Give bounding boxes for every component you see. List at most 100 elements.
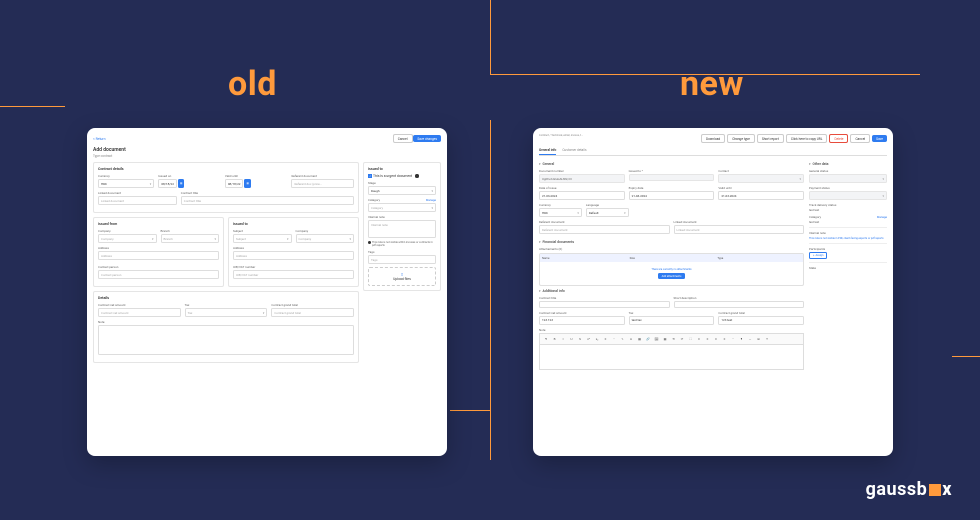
delete-button[interactable]: Delete <box>829 134 848 143</box>
section-additional[interactable]: Additional info <box>539 289 804 293</box>
net-amount-input[interactable]: Contract net amount <box>98 308 181 317</box>
payment-status-select[interactable] <box>809 191 887 200</box>
issued-to-input[interactable] <box>629 174 715 181</box>
toolbar-btn[interactable]: ⟲ <box>670 336 678 342</box>
tax-select[interactable]: Tax <box>185 308 268 317</box>
contract-title-input[interactable]: Contract title <box>181 196 354 205</box>
language-select[interactable]: Default <box>586 208 629 217</box>
subject-select[interactable]: Subject <box>233 234 292 243</box>
sort-type[interactable]: Type <box>715 254 803 262</box>
toolbar-btn[interactable]: I <box>559 336 567 342</box>
toolbar-btn[interactable]: " <box>729 336 737 342</box>
toolbar-btn[interactable]: B <box>551 336 559 342</box>
urgent-checkbox[interactable] <box>368 174 372 178</box>
address-input[interactable]: Address <box>233 251 354 260</box>
section-other[interactable]: Other data <box>809 162 887 166</box>
valid-until-input[interactable]: 21-03-2024 <box>718 191 804 200</box>
linked-doc-input[interactable]: Linked document <box>98 196 177 205</box>
issued-on-input[interactable]: 08/18/22 <box>158 179 177 188</box>
valid-until-input[interactable]: 08/18/22 <box>225 179 244 188</box>
calendar-icon[interactable]: ▦ <box>178 179 185 188</box>
cancel-button[interactable]: Cancel <box>850 134 870 143</box>
note-textarea[interactable] <box>98 325 354 355</box>
toolbar-btn[interactable]: — <box>746 336 754 342</box>
toolbar-btn[interactable]: 🖼 <box>653 336 661 342</box>
toolbar-btn[interactable]: ▦ <box>636 336 644 342</box>
internal-note-textarea[interactable]: Internal note <box>368 220 436 238</box>
currency-select[interactable]: HRK <box>539 208 582 217</box>
company-select[interactable]: Company <box>98 234 157 243</box>
toolbar-btn[interactable]: ⊞ <box>755 336 763 342</box>
assign-button[interactable]: +Assign <box>809 252 827 259</box>
details-section: Details Contract net amountContract net … <box>93 291 359 363</box>
sort-name[interactable]: Name <box>540 254 628 262</box>
tab-customer[interactable]: Customer details <box>562 146 586 155</box>
download-button[interactable]: Download <box>701 134 725 143</box>
general-status-select[interactable] <box>809 174 887 183</box>
note-editor[interactable] <box>539 344 804 370</box>
attachments-table: Name Size Type There are currently no at… <box>539 253 804 286</box>
address-input[interactable]: Address <box>98 251 219 260</box>
currency-select[interactable]: HRK <box>98 179 154 188</box>
referent-input[interactable]: Referent doc (price... <box>291 179 354 188</box>
toolbar-btn[interactable]: x² <box>585 336 593 342</box>
change-type-button[interactable]: Change type <box>727 134 755 143</box>
contract-title-input[interactable] <box>539 301 670 308</box>
toolbar-btn[interactable]: 🔗 <box>644 336 652 342</box>
toolbar-btn[interactable]: ⟳ <box>678 336 686 342</box>
manage-link[interactable]: Manage <box>877 215 887 219</box>
contact-person-input[interactable]: Contact person <box>98 270 219 279</box>
oib-input[interactable]: OIB/VAT number <box>233 270 354 279</box>
tax-input[interactable]: test tax <box>629 316 715 325</box>
copy-url-button[interactable]: Click here to copy URL <box>786 134 828 143</box>
section-general[interactable]: General <box>539 162 804 166</box>
referent-input[interactable]: Referent document <box>539 225 670 234</box>
tags-input[interactable]: Tags <box>368 255 436 264</box>
toolbar-btn[interactable]: ≡ <box>721 336 729 342</box>
doc-number-input[interactable]: UgPruzUsluGAUSS/23 <box>539 174 625 183</box>
toolbar-btn[interactable]: ⛶ <box>687 336 695 342</box>
toolbar-btn[interactable]: S <box>576 336 584 342</box>
branch-select[interactable]: Branch <box>161 234 220 243</box>
expiry-input[interactable]: 21-03-2024 <box>629 191 715 200</box>
toolbar-btn[interactable]: ¶ <box>542 336 550 342</box>
short-desc-input[interactable] <box>674 301 805 308</box>
upload-area[interactable]: ⇧Upload files <box>368 267 436 286</box>
grand-input[interactable]: 123 test <box>718 316 804 325</box>
breadcrumb[interactable]: Contract / Technical, email, invoice, t.… <box>539 134 583 137</box>
toolbar-btn[interactable]: 1. <box>619 336 627 342</box>
contact-select[interactable] <box>718 174 804 183</box>
short-report-button[interactable]: Short report <box>757 134 784 143</box>
decoration <box>490 120 491 460</box>
toolbar-btn[interactable]: ▦ <box>661 336 669 342</box>
category-select[interactable]: Category <box>368 203 436 212</box>
save-button[interactable]: Save changes <box>413 135 441 142</box>
toolbar-btn[interactable]: T <box>763 336 771 342</box>
brand-icon <box>929 484 941 496</box>
toolbar-btn[interactable]: ≡ <box>602 336 610 342</box>
toolbar-btn[interactable]: ¶ <box>738 336 746 342</box>
grand-total-input[interactable]: Contract grand total <box>271 308 354 317</box>
toolbar-btn[interactable]: • <box>610 336 618 342</box>
save-button[interactable]: Save <box>872 135 887 142</box>
company-select[interactable]: Company <box>296 234 355 243</box>
linked-input[interactable]: Linked document <box>674 225 805 234</box>
toolbar-btn[interactable]: ≡ <box>704 336 712 342</box>
toolbar-btn[interactable]: ≡ <box>695 336 703 342</box>
toolbar-btn[interactable]: U <box>568 336 576 342</box>
stage-select[interactable]: Rough <box>368 186 436 195</box>
manage-link[interactable]: Manage <box>426 198 436 202</box>
net-input[interactable]: 123.123 <box>539 316 625 325</box>
toolbar-btn[interactable]: ≡ <box>712 336 720 342</box>
sort-size[interactable]: Size <box>628 254 716 262</box>
toolbar-btn[interactable]: x₂ <box>593 336 601 342</box>
add-attachments-button[interactable]: Add attachments <box>658 273 686 279</box>
date-issue-input[interactable]: 21-03-2024 <box>539 191 625 200</box>
toolbar-btn[interactable]: A <box>627 336 635 342</box>
old-screenshot: < Return Cancel Save changes Add documen… <box>87 128 447 456</box>
calendar-icon[interactable]: ▦ <box>244 179 251 188</box>
back-link[interactable]: < Return <box>93 137 105 141</box>
cancel-button[interactable]: Cancel <box>393 134 413 143</box>
section-financial[interactable]: Financial documents <box>539 240 804 244</box>
tab-general[interactable]: General info <box>539 146 556 155</box>
